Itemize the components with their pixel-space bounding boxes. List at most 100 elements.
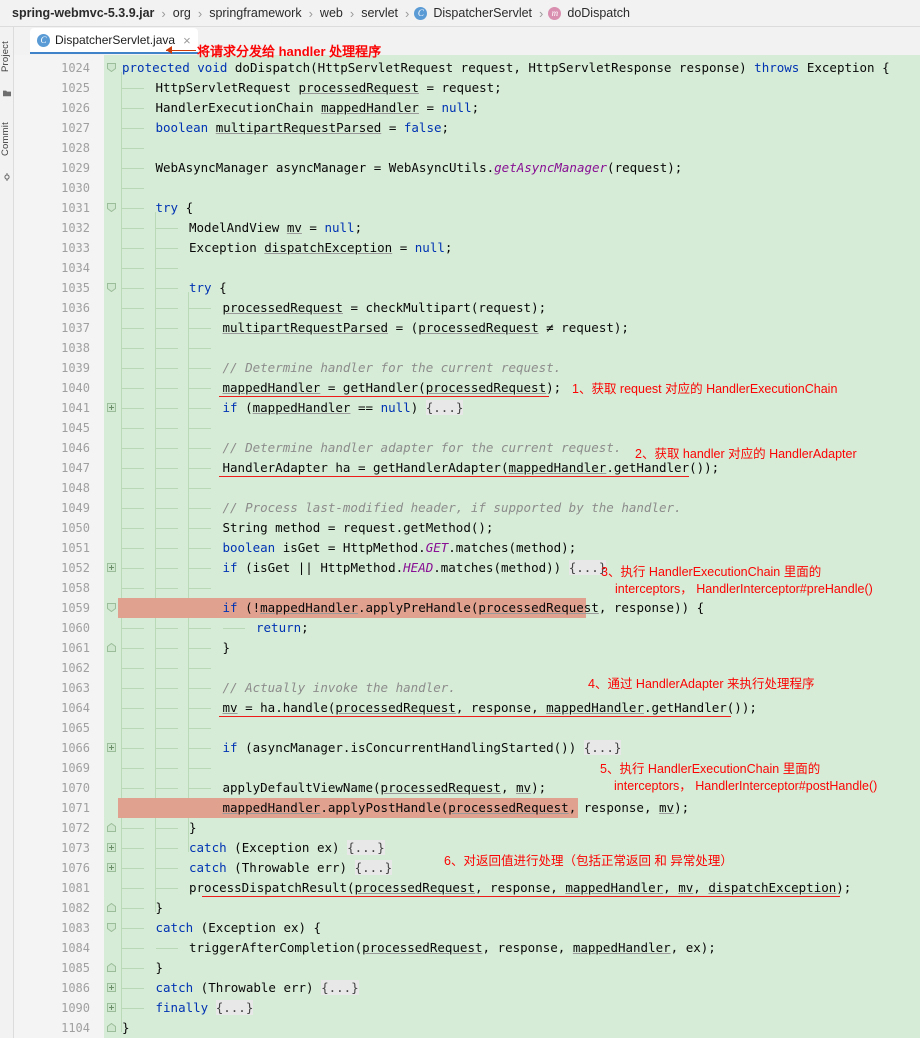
indent-guide (122, 128, 144, 129)
code-line[interactable]: return; (256, 618, 309, 638)
code-line[interactable]: mappedHandler = getHandler(processedRequ… (223, 378, 562, 398)
code-line[interactable]: HttpServletRequest processedRequest = re… (156, 78, 502, 98)
line-number: 1071 (61, 801, 90, 815)
code-fold-marker[interactable] (107, 903, 116, 912)
code-line[interactable]: catch (Throwable err) {...} (189, 858, 393, 878)
code-fold-marker[interactable] (107, 1003, 116, 1012)
code-fold-marker[interactable] (107, 603, 116, 612)
indent-guide (122, 508, 144, 509)
breadcrumb-item-dodispatch[interactable]: m doDispatch (548, 6, 632, 20)
line-number: 1061 (61, 641, 90, 655)
indent-guide (122, 588, 144, 589)
breadcrumb-item-web[interactable]: web (318, 6, 345, 20)
code-fold-marker[interactable] (107, 743, 116, 752)
line-number: 1086 (61, 981, 90, 995)
code-line[interactable]: mv = ha.handle(processedRequest, respons… (223, 698, 757, 718)
code-line[interactable]: catch (Throwable err) {...} (156, 978, 359, 998)
code-line[interactable]: if (!mappedHandler.applyPreHandle(proces… (223, 598, 705, 618)
code-line[interactable]: // Determine handler for the current req… (223, 358, 562, 378)
indent-guide (122, 668, 144, 669)
code-line[interactable]: WebAsyncManager asyncManager = WebAsyncU… (156, 158, 683, 178)
code-line[interactable]: try { (189, 278, 227, 298)
code-line[interactable]: processDispatchResult(processedRequest, … (189, 878, 851, 898)
code-line[interactable]: multipartRequestParsed = (processedReque… (223, 318, 629, 338)
breadcrumb-item-springframework[interactable]: springframework (207, 6, 303, 20)
code-fold-marker[interactable] (107, 643, 116, 652)
indent-guide (189, 328, 211, 329)
code-line[interactable]: HandlerExecutionChain mappedHandler = nu… (156, 98, 480, 118)
indent-guide (122, 548, 144, 549)
code-fold-marker[interactable] (107, 983, 116, 992)
code-line[interactable]: } (156, 898, 164, 918)
code-fold-marker[interactable] (107, 283, 116, 292)
code-line[interactable]: try { (156, 198, 194, 218)
code-line[interactable]: if (isGet || HttpMethod.HEAD.matches(met… (223, 558, 607, 578)
code-line[interactable]: // Actually invoke the handler. (223, 678, 456, 698)
code-line[interactable]: } (156, 958, 164, 978)
indent-guide (189, 528, 211, 529)
code-fold-marker[interactable] (107, 403, 116, 412)
code-line[interactable]: catch (Exception ex) { (156, 918, 322, 938)
indent-guide (189, 688, 211, 689)
code-line[interactable]: boolean multipartRequestParsed = false; (156, 118, 450, 138)
code-fold-marker[interactable] (107, 563, 116, 572)
indent-guide (122, 748, 144, 749)
line-number: 1058 (61, 581, 90, 595)
code-line[interactable]: } (189, 818, 197, 838)
indent-guide (122, 308, 144, 309)
line-number: 1048 (61, 481, 90, 495)
code-fold-marker[interactable] (107, 63, 116, 72)
breadcrumb-item-org[interactable]: org (171, 6, 193, 20)
annotation-underline (219, 716, 731, 717)
code-line[interactable]: Exception dispatchException = null; (189, 238, 452, 258)
breadcrumb-item-servlet[interactable]: servlet (359, 6, 400, 20)
indent-guide (155, 268, 178, 269)
code-fold-marker[interactable] (107, 963, 116, 972)
code-line[interactable]: mappedHandler.applyPostHandle(processedR… (223, 798, 690, 818)
code-lines[interactable]: 1024 protected void doDispatch(HttpServle… (14, 55, 920, 1038)
code-line[interactable]: if (mappedHandler == null) {...} (223, 398, 464, 418)
code-line[interactable]: protected void doDispatch(HttpServletReq… (122, 58, 890, 78)
indent-guide (155, 248, 178, 249)
tab-label: DispatcherServlet.java (55, 33, 176, 47)
code-line[interactable]: applyDefaultViewName(processedRequest, m… (223, 778, 547, 798)
code-fold-marker[interactable] (107, 203, 116, 212)
code-fold-marker[interactable] (107, 863, 116, 872)
breadcrumb-separator: › (197, 5, 203, 21)
code-fold-marker[interactable] (107, 843, 116, 852)
code-line[interactable]: boolean isGet = HttpMethod.GET.matches(m… (223, 538, 577, 558)
code-line[interactable]: processedRequest = checkMultipart(reques… (223, 298, 547, 318)
line-number: 1035 (61, 281, 90, 295)
indent-guide (122, 408, 144, 409)
annotation-note-line: 3、执行 HandlerExecutionChain 里面的 (601, 565, 822, 579)
indent-guide (155, 368, 178, 369)
code-line[interactable]: finally {...} (156, 998, 254, 1018)
indent-guide (155, 308, 178, 309)
code-line[interactable]: catch (Exception ex) {...} (189, 838, 385, 858)
indent-guide (189, 368, 211, 369)
indent-guide (122, 928, 144, 929)
breadcrumb-item-dispatcherservlet[interactable]: C DispatcherServlet (414, 6, 534, 20)
indent-guide (155, 288, 178, 289)
code-line[interactable]: // Determine handler adapter for the cur… (223, 438, 622, 458)
code-fold-marker[interactable] (107, 1023, 116, 1032)
code-line[interactable]: triggerAfterCompletion(processedRequest,… (189, 938, 716, 958)
indent-guide (155, 688, 178, 689)
indent-guide (155, 768, 178, 769)
breadcrumb-item-spring-webmvc-5-3-9-jar[interactable]: spring-webmvc-5.3.9.jar (10, 6, 156, 20)
code-fold-marker[interactable] (107, 823, 116, 832)
code-line[interactable]: String method = request.getMethod(); (223, 518, 494, 538)
code-line[interactable]: // Process last-modified header, if supp… (223, 498, 682, 518)
tool-window-project[interactable]: Project (0, 29, 14, 85)
indent-guide (155, 628, 178, 629)
code-line[interactable]: ModelAndView mv = null; (189, 218, 362, 238)
close-icon[interactable]: × (183, 33, 191, 48)
annotation-title: 将请求分发给 handler 处理程序 (197, 44, 382, 59)
code-line[interactable]: } (223, 638, 231, 658)
annotation-note-line: 6、对返回值进行处理（包括正常返回 和 异常处理） (444, 854, 733, 868)
code-line[interactable]: } (122, 1018, 130, 1038)
code-editor[interactable]: 1024 protected void doDispatch(HttpServle… (14, 55, 920, 1038)
code-fold-marker[interactable] (107, 923, 116, 932)
tool-window-commit[interactable]: Commit (0, 111, 14, 167)
code-line[interactable]: if (asyncManager.isConcurrentHandlingSta… (223, 738, 622, 758)
